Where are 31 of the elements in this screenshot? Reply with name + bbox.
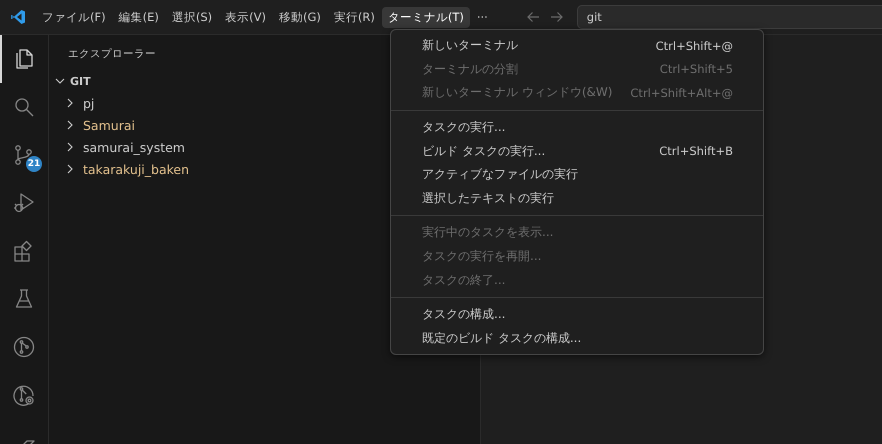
menu-item[interactable]: 実行(R): [328, 6, 381, 28]
folder-section-header[interactable]: GIT: [49, 70, 91, 92]
count-badge: 21: [26, 156, 42, 172]
menu-item[interactable]: 編集(E): [112, 6, 165, 28]
menu-item[interactable]: アクティブなファイルの実行: [391, 162, 763, 187]
menu-item[interactable]: 選択したテキストの実行: [391, 186, 763, 210]
folder-item[interactable]: takarakuji_baken: [63, 158, 190, 180]
git-graph-icon[interactable]: [12, 335, 36, 359]
git-graph-search-icon[interactable]: [12, 383, 36, 407]
folder-item[interactable]: pj: [63, 92, 94, 114]
menu-item[interactable]: ···: [470, 7, 494, 27]
menu-item[interactable]: ターミナル(T): [382, 6, 470, 28]
shortcut-label: Ctrl+Shift+B: [659, 144, 733, 158]
menu-item[interactable]: 新しいターミナル Ctrl+Shift+@: [391, 34, 763, 58]
menu-item[interactable]: タスクの構成...: [391, 302, 763, 327]
menu-item[interactable]: ファイル(F): [36, 6, 112, 28]
menu-item[interactable]: 既定のビルド タスクの構成...: [391, 326, 763, 350]
menu-item[interactable]: 表示(V): [219, 6, 272, 28]
menu-item[interactable]: ビルド タスクの実行... Ctrl+Shift+B: [391, 139, 763, 163]
menu-item[interactable]: 選択(S): [166, 6, 218, 28]
search-field[interactable]: git: [576, 5, 882, 29]
shortcut-label: Ctrl+Shift+5: [660, 62, 733, 76]
explorer-title: エクスプローラー: [68, 47, 156, 62]
shortcut-label: Ctrl+Shift+@: [656, 38, 733, 53]
folder-item[interactable]: samurai_system: [63, 136, 185, 158]
folder-item[interactable]: Samurai: [63, 114, 135, 136]
run-debug-icon[interactable]: [12, 191, 36, 215]
menu-item[interactable]: タスクの実行...: [391, 116, 763, 140]
menu-item[interactable]: 移動(G): [272, 6, 327, 28]
app-logo-icon: [10, 9, 26, 25]
shortcut-label: Ctrl+Shift+Alt+@: [630, 86, 733, 100]
